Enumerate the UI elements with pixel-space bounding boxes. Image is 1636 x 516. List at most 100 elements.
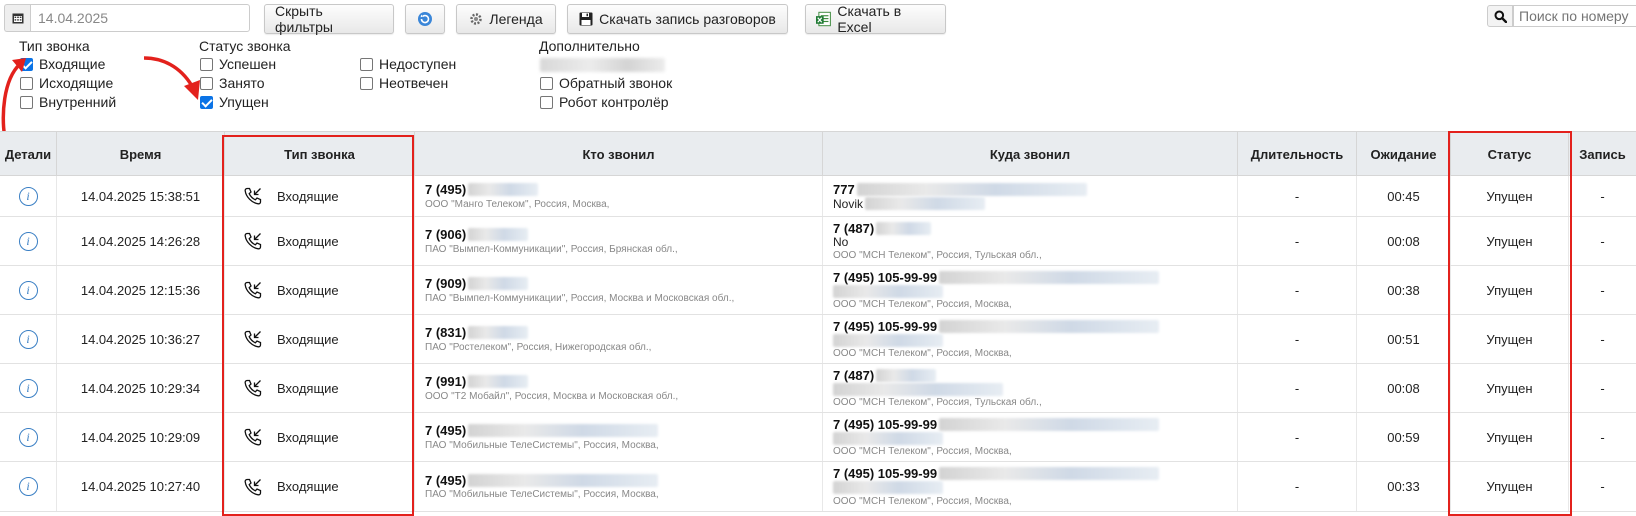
info-icon[interactable]: i — [18, 477, 38, 496]
info-icon[interactable]: i — [18, 231, 38, 251]
filter-unanswered[interactable]: Неотвечен — [360, 75, 448, 91]
col-record[interactable]: Запись — [1568, 132, 1636, 177]
filter-internal-label: Внутренний — [39, 94, 117, 110]
hide-filters-button[interactable]: Скрыть фильтры — [264, 3, 394, 35]
incoming-call-icon — [244, 478, 262, 495]
incoming-call-icon — [244, 232, 262, 250]
to-number: 7 (495) 105-99-99 — [833, 318, 938, 334]
from-cell: 7 (909) ПАО "Вымпел-Коммуникации", Росси… — [414, 266, 822, 314]
checkbox-incoming[interactable] — [20, 57, 33, 71]
checkbox-callback[interactable] — [540, 76, 553, 90]
incoming-call-icon — [244, 187, 262, 205]
filter-success[interactable]: Успешен — [200, 56, 276, 72]
refresh-button[interactable] — [405, 4, 445, 34]
filter-internal[interactable]: Внутренний — [20, 94, 116, 110]
search-button[interactable] — [1487, 5, 1513, 27]
status-cell: Упущен — [1450, 266, 1568, 314]
table-row[interactable]: i 14.04.2025 10:29:34 Входящие 7 (991) О… — [0, 364, 1636, 413]
table-row[interactable]: i 14.04.2025 14:26:28 Входящие 7 (906) П… — [0, 217, 1636, 266]
search-input[interactable] — [1513, 5, 1636, 27]
filter-robot[interactable]: Робот контролёр — [540, 94, 669, 110]
filter-incoming-label: Входящие — [39, 56, 106, 72]
download-excel-button[interactable]: Скачать в Excel — [805, 3, 946, 35]
col-duration[interactable]: Длительность — [1237, 132, 1356, 177]
blurred-number — [468, 277, 529, 290]
table-row[interactable]: i 14.04.2025 10:36:27 Входящие 7 (831) П… — [0, 315, 1636, 364]
col-type[interactable]: Тип звонка — [224, 132, 414, 177]
details-cell: i — [0, 413, 56, 461]
blurred-number — [468, 375, 529, 388]
table-row[interactable]: i 14.04.2025 10:29:09 Входящие 7 (495) П… — [0, 413, 1636, 462]
filter-callback[interactable]: Обратный звонок — [540, 75, 672, 91]
table-header: Детали Время Тип звонка Кто звонил Куда … — [0, 131, 1636, 177]
col-details[interactable]: Детали — [0, 132, 56, 177]
type-cell: Входящие — [224, 176, 414, 216]
type-cell: Входящие — [224, 315, 414, 363]
filter-unavailable[interactable]: Недоступен — [360, 56, 456, 72]
download-calls-button[interactable]: Скачать запись разговоров — [567, 4, 788, 34]
filter-robot-label: Робот контролёр — [559, 94, 669, 110]
col-from[interactable]: Кто звонил — [414, 132, 822, 177]
blurred-number — [876, 368, 937, 382]
time-cell: 14.04.2025 14:26:28 — [56, 217, 224, 265]
info-icon[interactable]: i — [18, 427, 38, 447]
from-number: 7 (495) — [425, 423, 467, 438]
blurred-number — [468, 183, 539, 196]
table-row[interactable]: i 14.04.2025 15:38:51 Входящие 7 (495) О… — [0, 176, 1636, 217]
blurred-number — [468, 228, 529, 241]
info-icon[interactable]: i — [18, 280, 38, 300]
to-operator: ООО "МСН Телеком", Россия, Тульская обл.… — [833, 397, 1042, 408]
filter-busy-label: Занято — [219, 75, 265, 91]
filter-outgoing[interactable]: Исходящие — [20, 75, 113, 91]
wait-cell: 00:08 — [1356, 217, 1450, 265]
from-cell: 7 (495) ПАО "Мобильные ТелеСистемы", Рос… — [414, 413, 822, 461]
to-number: 7 (495) 105-99-99 — [833, 466, 938, 481]
from-number: 7 (909) — [425, 276, 467, 291]
filter-unavailable-label: Недоступен — [379, 56, 457, 72]
date-input[interactable]: 14.04.2025 — [30, 4, 250, 32]
blurred-name — [833, 431, 943, 445]
from-operator: ПАО "Мобильные ТелеСистемы", Россия, Мос… — [425, 439, 659, 451]
blurred-number — [468, 473, 659, 487]
details-cell: i — [0, 176, 56, 216]
col-to[interactable]: Куда звонил — [822, 132, 1237, 177]
to-cell: 7 (487) ООО "МСН Телеком", Россия, Тульс… — [822, 364, 1237, 412]
extra-title: Дополнительно — [539, 38, 640, 54]
to-number: 7 (495) 105-99-99 — [833, 416, 938, 432]
duration-cell: - — [1237, 176, 1356, 216]
info-icon[interactable]: i — [18, 329, 38, 349]
checkbox-outgoing[interactable] — [20, 76, 33, 90]
to-operator: ООО "МСН Телеком", Россия, Москва, — [833, 446, 1012, 457]
type-label: Входящие — [277, 380, 339, 396]
checkbox-unavailable[interactable] — [360, 57, 373, 71]
filter-incoming[interactable]: Входящие — [20, 56, 105, 72]
checkbox-unanswered[interactable] — [360, 76, 373, 90]
type-label: Входящие — [277, 233, 339, 249]
calendar-icon[interactable] — [4, 4, 30, 32]
filter-unanswered-label: Неотвечен — [379, 75, 449, 91]
info-icon[interactable]: i — [18, 186, 38, 206]
checkbox-missed[interactable] — [200, 95, 213, 109]
checkbox-internal[interactable] — [20, 95, 33, 109]
checkbox-robot[interactable] — [540, 95, 553, 109]
type-label: Входящие — [277, 331, 339, 347]
blurred-number — [939, 417, 1160, 431]
checkbox-busy[interactable] — [200, 76, 213, 90]
legend-button[interactable]: Легенда — [456, 4, 556, 34]
blurred-name — [833, 382, 1003, 396]
filter-missed[interactable]: Упущен — [200, 94, 269, 110]
toolbar: 14.04.2025 Скрыть фильтры Легенда Скачат… — [0, 2, 1636, 35]
filter-busy[interactable]: Занято — [200, 75, 265, 91]
col-wait[interactable]: Ожидание — [1356, 132, 1450, 177]
wait-cell: 00:38 — [1356, 266, 1450, 314]
from-operator: ПАО "Вымпел-Коммуникации", Россия, Брянс… — [425, 243, 678, 255]
record-cell: - — [1568, 364, 1636, 412]
from-operator: ПАО "Вымпел-Коммуникации", Россия, Москв… — [425, 292, 735, 304]
table-row[interactable]: i 14.04.2025 12:15:36 Входящие 7 (909) П… — [0, 266, 1636, 315]
checkbox-success[interactable] — [200, 57, 213, 71]
table-row[interactable]: i 14.04.2025 10:27:40 Входящие 7 (495) П… — [0, 462, 1636, 512]
col-time[interactable]: Время — [56, 132, 224, 177]
info-icon[interactable]: i — [18, 378, 38, 398]
col-status[interactable]: Статус — [1450, 132, 1568, 177]
type-cell: Входящие — [224, 217, 414, 265]
